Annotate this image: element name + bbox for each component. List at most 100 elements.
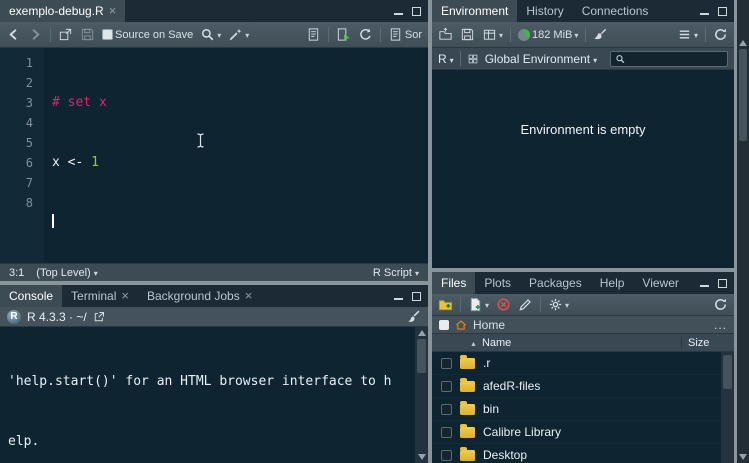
breadcrumb-more-button[interactable]: ... xyxy=(714,318,727,332)
file-name[interactable]: bin xyxy=(483,402,499,416)
tab-background-jobs[interactable]: Background Jobs xyxy=(138,285,261,307)
file-row[interactable]: bin xyxy=(432,398,721,421)
tab-packages[interactable]: Packages xyxy=(520,272,591,294)
tab-console[interactable]: Console xyxy=(0,285,62,307)
tab-files[interactable]: Files xyxy=(432,272,475,294)
new-blank-file-button[interactable] xyxy=(468,297,489,312)
refresh-icon[interactable] xyxy=(713,297,728,312)
source-script-icon xyxy=(388,27,403,42)
clear-workspace-broom-icon[interactable] xyxy=(593,27,608,42)
clear-console-brush-icon[interactable] xyxy=(406,309,421,324)
source-on-save-checkbox[interactable] xyxy=(102,29,113,40)
language-selector[interactable]: R xyxy=(438,52,454,66)
row-checkbox[interactable] xyxy=(441,450,452,461)
tab-source-file[interactable]: exemplo-debug.R xyxy=(0,0,125,22)
row-checkbox[interactable] xyxy=(441,404,452,415)
name-column-header[interactable]: Name xyxy=(482,337,511,349)
code-area[interactable]: # set x x <- 1 # set y y <- 'My humble t… xyxy=(44,48,428,263)
tab-environment[interactable]: Environment xyxy=(432,0,517,22)
minimize-icon[interactable] xyxy=(700,8,709,15)
tab-help[interactable]: Help xyxy=(591,272,634,294)
open-in-new-window-icon[interactable] xyxy=(93,311,105,323)
maximize-icon[interactable] xyxy=(718,7,727,16)
more-button[interactable] xyxy=(548,297,569,312)
chevron-down-icon xyxy=(485,299,489,311)
file-type-selector[interactable]: R Script xyxy=(373,267,419,279)
folder-icon xyxy=(460,427,475,438)
file-name[interactable]: Calibre Library xyxy=(483,425,561,439)
file-row[interactable]: afedR-files xyxy=(432,375,721,398)
minimize-icon[interactable] xyxy=(700,280,709,287)
tab-connections[interactable]: Connections xyxy=(573,0,658,22)
scroll-up-icon[interactable] xyxy=(418,330,426,336)
minimize-icon[interactable] xyxy=(394,8,403,15)
refresh-icon[interactable] xyxy=(713,27,728,42)
scroll-up-icon[interactable] xyxy=(739,40,747,46)
source-on-save-label: Source on Save xyxy=(115,29,193,41)
forward-icon[interactable] xyxy=(28,27,43,42)
new-folder-icon[interactable] xyxy=(438,297,453,312)
find-replace-button[interactable] xyxy=(200,27,221,42)
source-on-save-toggle[interactable]: Source on Save xyxy=(102,29,193,41)
save-icon[interactable] xyxy=(80,27,95,42)
load-workspace-icon[interactable] xyxy=(438,27,453,42)
console-title: R 4.3.3 · ~/ xyxy=(27,310,87,324)
file-name[interactable]: afedR-files xyxy=(483,379,540,393)
row-checkbox[interactable] xyxy=(441,381,452,392)
file-row[interactable]: .r xyxy=(432,352,721,375)
scrollbar-thumb[interactable] xyxy=(723,355,732,389)
scrollbar-thumb[interactable] xyxy=(739,49,747,141)
tab-viewer[interactable]: Viewer xyxy=(633,272,687,294)
list-view-button[interactable] xyxy=(677,27,698,42)
delete-icon[interactable] xyxy=(496,297,511,312)
scroll-down-icon[interactable] xyxy=(739,454,747,460)
maximize-icon[interactable] xyxy=(412,292,421,301)
size-column-header[interactable]: Size xyxy=(681,337,727,349)
back-icon[interactable] xyxy=(6,27,21,42)
gear-icon xyxy=(548,297,563,312)
scrollbar-thumb[interactable] xyxy=(417,339,426,373)
tab-plots[interactable]: Plots xyxy=(475,272,520,294)
r-logo-icon xyxy=(7,310,21,324)
file-name[interactable]: .r xyxy=(483,356,490,370)
close-icon[interactable] xyxy=(245,289,253,303)
run-icon[interactable] xyxy=(336,27,351,42)
home-icon[interactable] xyxy=(455,319,467,331)
files-scrollbar[interactable] xyxy=(721,352,734,463)
close-icon[interactable] xyxy=(121,289,129,303)
environment-search-input[interactable] xyxy=(629,53,724,65)
tab-history[interactable]: History xyxy=(517,0,572,22)
source-button[interactable]: Sor xyxy=(388,27,422,42)
maximize-icon[interactable] xyxy=(412,7,421,16)
close-icon[interactable] xyxy=(109,4,117,18)
scope-selector[interactable]: (Top Level) xyxy=(36,267,97,279)
environment-scope-selector[interactable]: Global Environment xyxy=(485,52,597,66)
code-editor[interactable]: 1 2 3 4 5 6 7 8 # set x x <- 1 # set y y… xyxy=(0,48,428,263)
rerun-icon[interactable] xyxy=(358,27,373,42)
folder-icon xyxy=(460,404,475,415)
source-toolbar-right: Sor xyxy=(306,27,422,42)
breadcrumb-location[interactable]: Home xyxy=(473,318,505,332)
file-row[interactable]: Calibre Library xyxy=(432,421,721,444)
row-checkbox[interactable] xyxy=(441,358,452,369)
save-workspace-icon[interactable] xyxy=(460,27,475,42)
tab-terminal[interactable]: Terminal xyxy=(62,285,138,307)
file-name[interactable]: Desktop xyxy=(483,448,527,462)
row-checkbox[interactable] xyxy=(441,427,452,438)
memory-usage-indicator[interactable]: 182 MiB xyxy=(518,29,578,41)
file-row[interactable]: Desktop xyxy=(432,444,721,463)
maximize-icon[interactable] xyxy=(718,279,727,288)
environment-search[interactable] xyxy=(610,51,728,67)
page-scrollbar[interactable] xyxy=(737,0,749,463)
line-number: 4 xyxy=(0,113,33,133)
open-in-new-window-icon[interactable] xyxy=(58,27,73,42)
import-dataset-button[interactable] xyxy=(482,27,503,42)
scroll-down-icon[interactable] xyxy=(418,454,426,460)
minimize-icon[interactable] xyxy=(394,293,403,300)
compile-report-icon[interactable] xyxy=(306,27,321,42)
select-checkbox[interactable] xyxy=(439,320,449,330)
code-tools-button[interactable] xyxy=(228,27,249,42)
rename-icon[interactable] xyxy=(518,297,533,312)
console-scrollbar[interactable] xyxy=(415,327,428,463)
console-output[interactable]: 'help.start()' for an HTML browser inter… xyxy=(0,327,415,463)
